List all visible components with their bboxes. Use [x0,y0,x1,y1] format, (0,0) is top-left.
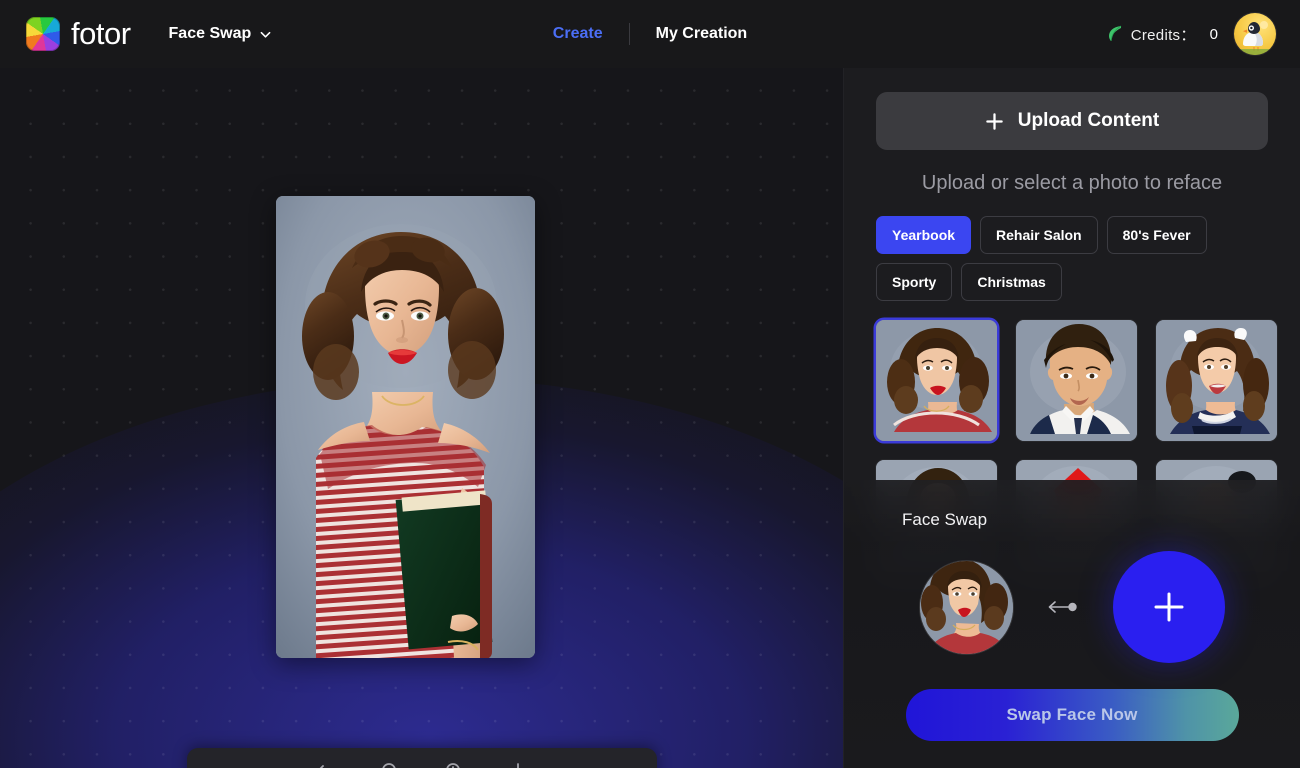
panel-subtitle: Upload or select a photo to reface [921,172,1223,194]
template-thumb-yearbook-cheerleader[interactable] [1156,320,1277,441]
header-right-group: Credits： 0 [1107,0,1276,68]
credits-indicator[interactable]: Credits： 0 [1107,24,1218,45]
fotor-face-swap-app: fotor Face Swap Create My Creation Credi… [0,0,1300,768]
zoom-in-icon[interactable] [444,761,464,768]
right-side-panel: Upload Content Upload or select a photo … [843,68,1300,768]
chevron-down-icon [260,29,271,40]
chip-rehair-salon[interactable]: Rehair Salon [980,216,1098,254]
nav-create[interactable]: Create [527,25,629,43]
source-face-thumbnail[interactable] [919,560,1013,654]
result-photo[interactable] [276,196,535,658]
chip-christmas[interactable]: Christmas [961,263,1062,301]
leaf-icon [1107,25,1123,43]
brand-logo-group[interactable]: fotor [26,16,131,52]
arrow-left-with-dot-icon [1044,599,1082,615]
nav-my-creation[interactable]: My Creation [630,25,774,43]
fotor-color-wheel-logo-icon [26,17,60,51]
credits-value: 0 [1209,25,1218,43]
template-thumb-yearbook-woman-curls[interactable] [876,320,997,441]
category-chip-list: Yearbook Rehair Salon 80's Fever Sporty … [876,216,1268,301]
upload-content-label: Upload Content [1017,110,1160,131]
add-face-button[interactable] [1112,551,1225,663]
template-thumb-yearbook-young-man[interactable] [1016,320,1137,441]
swap-direction-connector [1013,599,1113,615]
upload-content-button[interactable]: Upload Content [876,92,1268,150]
chip-80s-fever[interactable]: 80's Fever [1106,216,1207,254]
download-icon[interactable] [508,761,528,768]
app-header: fotor Face Swap Create My Creation Credi… [0,0,1300,68]
editor-canvas[interactable] [0,68,843,768]
undo-icon[interactable] [316,761,336,768]
app-switcher-label: Face Swap [168,25,252,42]
face-swap-sheet-title: Face Swap [902,510,988,529]
face-swap-sheet: Face Swap Swap Face Now [844,480,1300,768]
user-avatar[interactable] [1234,13,1276,55]
plus-icon [985,112,1004,131]
app-switcher[interactable]: Face Swap [169,25,272,43]
chip-yearbook[interactable]: Yearbook [876,216,972,254]
plus-icon [1152,590,1186,624]
zoom-out-icon[interactable] [380,761,400,768]
chip-sporty[interactable]: Sporty [876,263,953,301]
brand-name: fotor [71,16,131,51]
face-swap-controls [876,551,1268,663]
swap-face-now-button[interactable]: Swap Face Now [905,689,1239,741]
credits-label: Credits： [1130,26,1196,44]
canvas-bottom-toolbar[interactable] [186,748,657,768]
